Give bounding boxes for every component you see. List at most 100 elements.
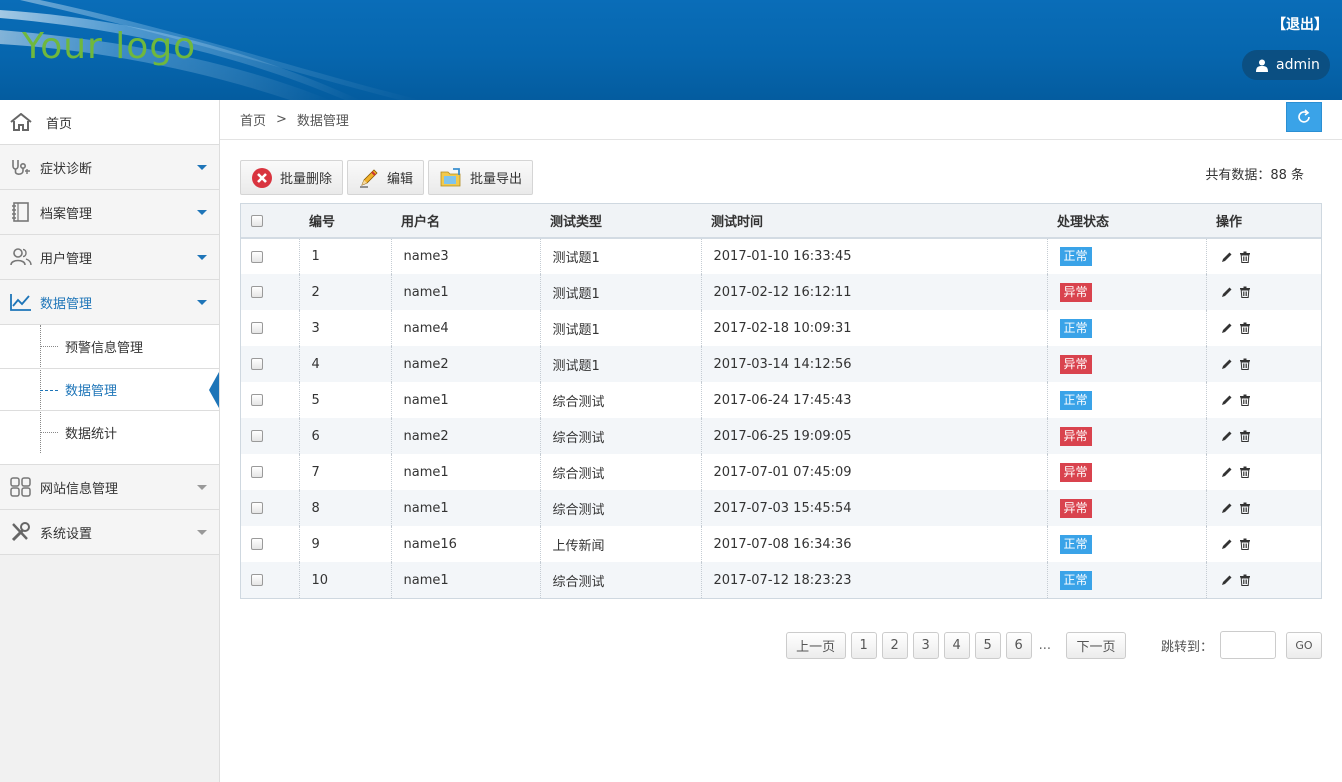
submenu-item-data-management[interactable]: 数据管理 <box>0 368 219 411</box>
cell-id: 1 <box>298 238 391 274</box>
row-checkbox[interactable] <box>251 358 263 370</box>
sidebar-item-archives[interactable]: 档案管理 <box>0 190 219 235</box>
cell-id: 10 <box>298 562 391 598</box>
row-checkbox[interactable] <box>251 322 263 334</box>
edit-label: 编辑 <box>387 172 414 187</box>
jump-page-input[interactable] <box>1220 631 1276 659</box>
edit-icon[interactable] <box>1221 430 1233 442</box>
sidebar-item-diagnosis[interactable]: 症状诊断 <box>0 145 219 190</box>
select-all-checkbox[interactable] <box>251 214 263 227</box>
trash-icon[interactable] <box>1239 286 1251 298</box>
cell-status: 正常 <box>1046 562 1206 598</box>
batch-export-button[interactable]: 批量导出 <box>428 160 534 195</box>
user-badge[interactable]: admin <box>1242 50 1330 80</box>
grid-icon <box>10 477 31 497</box>
cell-test-type: 综合测试 <box>539 490 701 526</box>
cell-test-type: 综合测试 <box>539 382 701 418</box>
sidebar-submenu: 预警信息管理 数据管理 数据统计 <box>0 325 219 465</box>
page-button[interactable]: 2 <box>881 631 908 659</box>
status-badge: 正常 <box>1059 247 1092 266</box>
table-header-row: 编号 用户名 测试类型 测试时间 处理状态 操作 <box>241 204 1321 239</box>
cell-actions <box>1205 382 1321 418</box>
table-row: 7 name1 综合测试 2017-07-01 07:45:09 异常 <box>241 454 1321 490</box>
cell-id: 2 <box>298 274 391 310</box>
edit-icon[interactable] <box>1221 394 1233 406</box>
trash-icon[interactable] <box>1239 358 1251 370</box>
table-row: 3 name4 测试题1 2017-02-18 10:09:31 正常 <box>241 310 1321 346</box>
row-checkbox[interactable] <box>251 466 263 478</box>
refresh-icon <box>1298 109 1310 123</box>
sidebar-item-data[interactable]: 数据管理 <box>0 280 219 325</box>
row-select-cell <box>241 454 299 490</box>
trash-icon[interactable] <box>1239 251 1251 263</box>
cell-status: 正常 <box>1046 238 1206 274</box>
trash-icon[interactable] <box>1239 538 1251 550</box>
delete-icon <box>251 167 273 189</box>
cell-test-type: 测试题1 <box>539 238 701 274</box>
sidebar-item-label: 网站信息管理 <box>40 481 119 497</box>
username: admin <box>1276 57 1320 73</box>
edit-icon[interactable] <box>1221 286 1233 298</box>
trash-icon[interactable] <box>1239 574 1251 586</box>
page-button[interactable]: 6 <box>1005 631 1032 659</box>
cell-actions <box>1205 418 1321 454</box>
table-row: 8 name1 综合测试 2017-07-03 15:45:54 异常 <box>241 490 1321 526</box>
sidebar-item-site-info[interactable]: 网站信息管理 <box>0 465 219 510</box>
edit-icon[interactable] <box>1221 466 1233 478</box>
row-checkbox[interactable] <box>251 574 263 586</box>
trash-icon[interactable] <box>1239 322 1251 334</box>
trash-icon[interactable] <box>1239 502 1251 514</box>
edit-icon[interactable] <box>1221 502 1233 514</box>
batch-delete-button[interactable]: 批量删除 <box>240 160 344 195</box>
edit-icon[interactable] <box>1221 322 1233 334</box>
row-select-cell <box>241 418 299 454</box>
column-header: 处理状态 <box>1047 204 1206 239</box>
cell-status: 异常 <box>1046 454 1206 490</box>
cell-test-time: 2017-06-25 19:09:05 <box>700 418 1047 454</box>
submenu-item-warning[interactable]: 预警信息管理 <box>0 325 219 368</box>
cell-test-time: 2017-03-14 14:12:56 <box>700 346 1047 382</box>
row-checkbox[interactable] <box>251 538 263 550</box>
cell-username: name1 <box>390 274 540 310</box>
edit-button[interactable]: 编辑 <box>347 160 425 195</box>
breadcrumb-home[interactable]: 首页 <box>240 110 266 129</box>
row-checkbox[interactable] <box>251 394 263 406</box>
stethoscope-icon <box>12 160 30 175</box>
cell-username: name1 <box>390 382 540 418</box>
batch-export-label: 批量导出 <box>470 172 523 187</box>
sidebar-item-users[interactable]: 用户管理 <box>0 235 219 280</box>
sidebar-item-label: 症状诊断 <box>40 161 93 177</box>
sidebar-item-home[interactable]: 首页 <box>0 100 219 145</box>
cell-status: 异常 <box>1046 490 1206 526</box>
refresh-button[interactable] <box>1286 102 1322 132</box>
row-checkbox[interactable] <box>251 502 263 514</box>
edit-icon[interactable] <box>1221 251 1233 263</box>
page-button[interactable]: 3 <box>912 631 939 659</box>
next-page-button[interactable]: 下一页 <box>1065 631 1126 659</box>
row-checkbox[interactable] <box>251 430 263 442</box>
trash-icon[interactable] <box>1239 430 1251 442</box>
line-chart-icon <box>10 294 31 311</box>
edit-icon[interactable] <box>1221 358 1233 370</box>
submenu-item-statistics[interactable]: 数据统计 <box>0 411 219 454</box>
sidebar: 首页 症状诊断 档案管理 用户管理 数据管理 预警信息管理 数据管理 数据统计 … <box>0 100 220 782</box>
page-button[interactable]: 4 <box>943 631 970 659</box>
logo: Your logo <box>22 26 197 67</box>
sidebar-item-label: 用户管理 <box>40 251 93 267</box>
edit-icon[interactable] <box>1221 574 1233 586</box>
page-button[interactable]: 1 <box>850 631 877 659</box>
table-row: 1 name3 测试题1 2017-01-10 16:33:45 正常 <box>241 238 1321 274</box>
prev-page-button[interactable]: 上一页 <box>785 631 846 659</box>
page-button[interactable]: 5 <box>974 631 1001 659</box>
edit-icon[interactable] <box>1221 538 1233 550</box>
logout-link[interactable]: 【退出】 <box>1272 14 1328 34</box>
row-checkbox[interactable] <box>251 286 263 298</box>
pencil-icon <box>358 167 380 189</box>
row-checkbox[interactable] <box>251 250 263 263</box>
cell-test-time: 2017-06-24 17:45:43 <box>700 382 1047 418</box>
sidebar-item-settings[interactable]: 系统设置 <box>0 510 219 555</box>
go-button[interactable]: GO <box>1286 631 1322 659</box>
trash-icon[interactable] <box>1239 466 1251 478</box>
trash-icon[interactable] <box>1239 394 1251 406</box>
cell-id: 3 <box>298 310 391 346</box>
